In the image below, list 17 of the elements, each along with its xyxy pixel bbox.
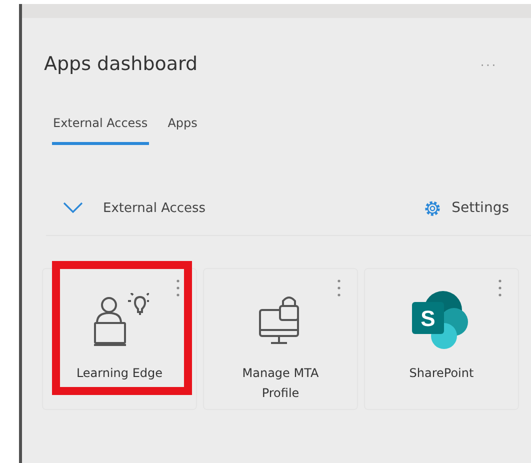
chevron-icon[interactable] <box>62 201 84 215</box>
app-name: Learning Edge <box>76 365 163 382</box>
more-options-icon[interactable] <box>176 279 180 297</box>
settings-button[interactable]: Settings <box>422 198 509 218</box>
tab[interactable]: Apps <box>166 116 198 145</box>
section-title: External Access <box>103 200 207 216</box>
more-options-icon[interactable] <box>337 279 341 297</box>
app-name: SharePoint <box>409 365 474 382</box>
sharepoint-logo-icon <box>412 291 468 349</box>
logo-letter: S <box>420 306 435 331</box>
panel-title: Apps dashboard <box>44 53 198 75</box>
app-tile[interactable]: Manage MTA Profile <box>203 268 358 410</box>
tab[interactable]: External Access <box>52 116 149 145</box>
gear-icon <box>422 198 442 218</box>
more-options-icon[interactable] <box>498 279 502 297</box>
app-tile[interactable]: S SharePoint <box>364 268 519 410</box>
app-name: Manage MTA Profile <box>241 365 320 402</box>
